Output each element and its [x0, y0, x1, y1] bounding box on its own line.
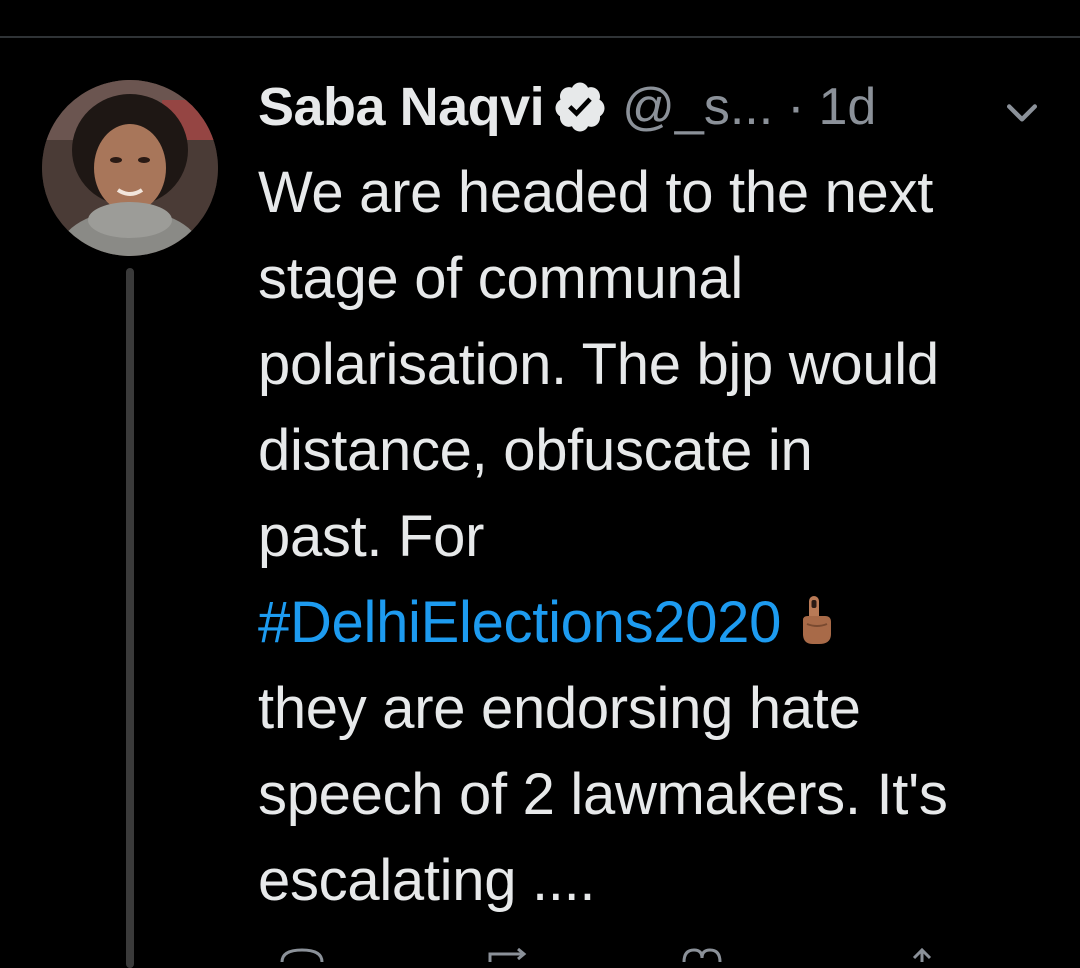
tweet-text-line: distance, obfuscate in [258, 418, 813, 483]
tweet-text-line: stage of communal [258, 246, 743, 311]
like-icon[interactable] [678, 948, 726, 967]
tweet-text-line: past. For [258, 504, 485, 569]
tweet-text-line: We are headed to the next [258, 160, 934, 225]
retweet-icon[interactable] [484, 947, 532, 967]
verified-badge-icon [552, 79, 608, 135]
author-name[interactable]: Saba Naqvi [258, 76, 545, 138]
thread-connector-line [126, 268, 134, 968]
tweet-text-line: they are endorsing hate [258, 676, 861, 741]
avatar[interactable] [42, 80, 218, 256]
tweet-body: We are headed to the next stage of commu… [258, 150, 1058, 924]
chevron-down-icon[interactable] [1000, 90, 1044, 134]
header-separator: · [787, 78, 805, 136]
tweet-header: Saba Naqvi @_s... · 1d [258, 72, 1058, 142]
tweet-actions [258, 947, 1058, 963]
author-handle[interactable]: @_s... [622, 77, 773, 137]
avatar-photo [42, 80, 218, 256]
tweet-timestamp[interactable]: 1d [819, 77, 877, 137]
top-divider [0, 36, 1080, 38]
tweet-text-line: escalating .... [258, 848, 596, 913]
hashtag-link[interactable]: #DelhiElections2020 [258, 590, 781, 655]
hashtag-line: #DelhiElections2020 [258, 580, 1058, 666]
share-icon[interactable] [898, 947, 946, 967]
tweet-text-line: polarisation. The bjp would [258, 332, 939, 397]
tweet-text-line: speech of 2 lawmakers. It's [258, 762, 948, 827]
index-pointing-up-emoji [795, 584, 835, 644]
reply-icon[interactable] [278, 948, 326, 967]
